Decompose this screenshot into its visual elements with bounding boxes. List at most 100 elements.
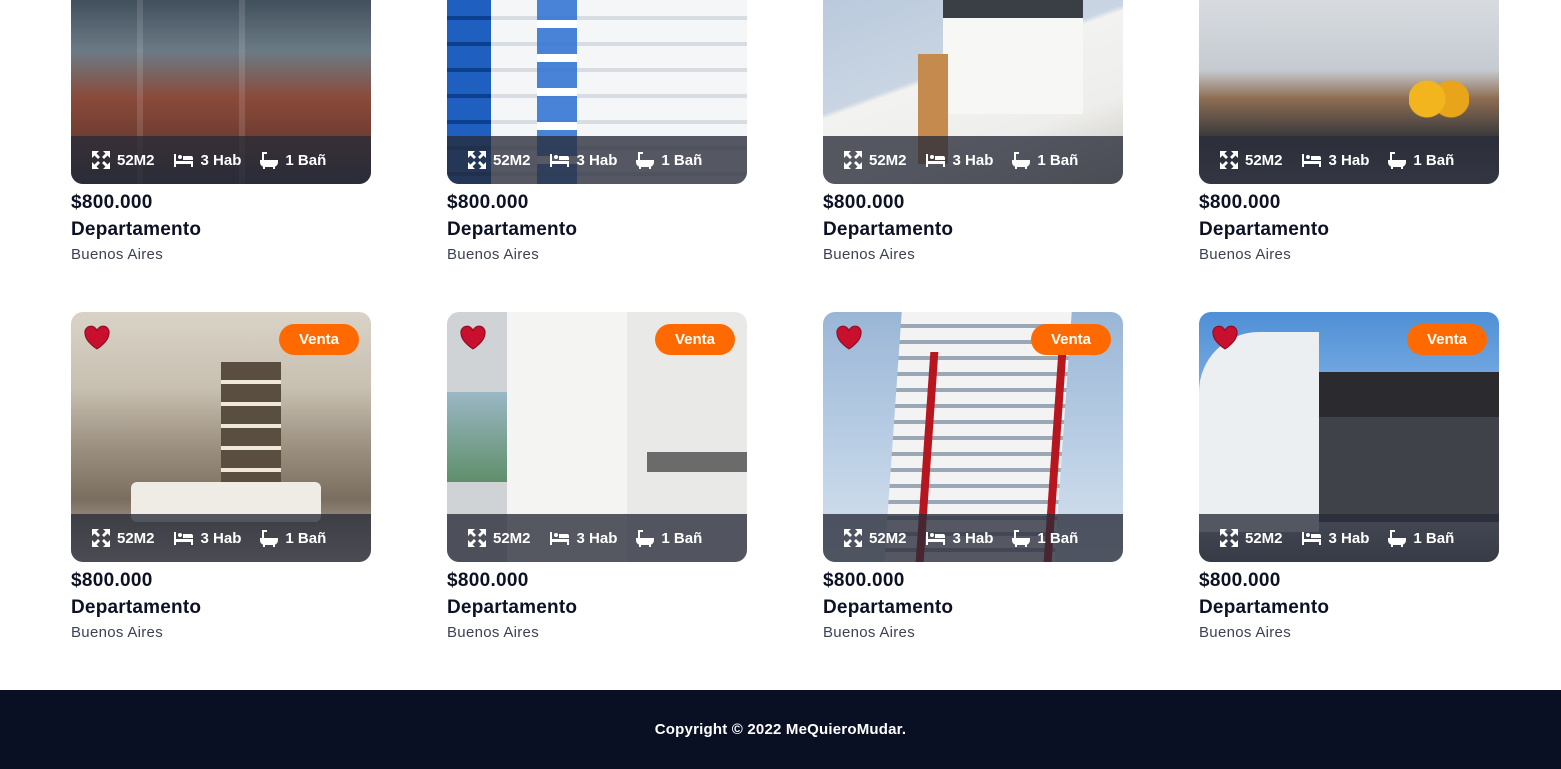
property-location: Buenos Aires — [447, 624, 539, 641]
favorite-button[interactable] — [835, 324, 863, 352]
rooms-stat: 3 Hab — [173, 529, 242, 547]
baths-value: 1 Bañ — [661, 151, 703, 169]
rooms-stat: 3 Hab — [549, 530, 617, 547]
area-stat: 52M2 — [91, 528, 155, 548]
baths-stat: 1 Bañ — [259, 528, 326, 548]
rooms-value: 3 Hab — [200, 529, 242, 547]
bathtub-icon — [260, 530, 279, 547]
property-card[interactable]: Venta 52M2 3 Hab 1 Bañ $800.000 Departam… — [823, 312, 1123, 644]
property-card[interactable]: Venta 52M2 3 Hab 1 Bañ $800.000 Departam… — [71, 312, 371, 644]
property-location: Buenos Aires — [823, 246, 915, 263]
bed-icon — [549, 532, 569, 545]
property-location: Buenos Aires — [71, 624, 163, 641]
baths-value: 1 Bañ — [1037, 151, 1079, 169]
baths-value: 1 Bañ — [1413, 529, 1455, 547]
property-photo[interactable]: Venta 52M2 3 Hab 1 Bañ — [71, 312, 371, 562]
property-location: Buenos Aires — [1199, 246, 1291, 263]
copyright-text: Copyright © 2022 MeQuieroMudar. — [654, 721, 907, 738]
property-type[interactable]: Departamento — [71, 594, 371, 622]
property-type[interactable]: Departamento — [447, 216, 747, 244]
expand-arrows-icon — [92, 529, 110, 547]
bed-icon — [925, 154, 945, 167]
rooms-value: 3 Hab — [952, 529, 994, 547]
property-type[interactable]: Departamento — [823, 216, 1123, 244]
property-location: Buenos Aires — [823, 624, 915, 641]
property-photo[interactable]: Venta 52M2 3 Hab 1 Bañ — [1199, 312, 1499, 562]
property-type[interactable]: Departamento — [71, 216, 371, 244]
property-stats-bar: 52M2 3 Hab 1 Bañ — [71, 514, 371, 562]
rooms-value: 3 Hab — [1328, 529, 1370, 547]
property-type[interactable]: Departamento — [823, 594, 1123, 622]
bathtub-icon — [636, 530, 655, 547]
property-price: $800.000 — [823, 192, 905, 213]
favorite-button[interactable] — [1211, 324, 1239, 352]
property-stats-bar: 52M2 3 Hab 1 Bañ — [71, 136, 371, 184]
property-stats-bar: 52M2 3 Hab 1 Bañ — [1199, 514, 1499, 562]
baths-stat: 1 Bañ — [1011, 528, 1078, 548]
rooms-value: 3 Hab — [576, 151, 618, 169]
property-stats-bar: 52M2 3 Hab 1 Bañ — [823, 514, 1123, 562]
expand-arrows-icon — [1220, 151, 1238, 169]
area-value: 52M2 — [493, 151, 531, 169]
bed-icon — [173, 532, 193, 545]
heart-icon — [460, 325, 486, 350]
heart-icon — [836, 325, 862, 350]
property-photo[interactable]: Venta 52M2 3 Hab 1 Bañ — [823, 312, 1123, 562]
rooms-stat: 3 Hab — [1301, 529, 1370, 547]
property-price: $800.000 — [447, 570, 529, 591]
favorite-button[interactable] — [459, 324, 487, 352]
area-value: 52M2 — [1245, 151, 1283, 169]
rooms-value: 3 Hab — [200, 151, 242, 169]
property-price: $800.000 — [447, 192, 529, 213]
bathtub-icon — [1012, 530, 1031, 547]
property-price: $800.000 — [1199, 570, 1281, 591]
baths-stat: 1 Bañ — [1011, 150, 1078, 170]
area-stat: 52M2 — [843, 150, 907, 170]
sale-badge: Venta — [1406, 324, 1487, 355]
property-photo[interactable]: 52M2 3 Hab 1 Bañ — [71, 0, 371, 184]
bathtub-icon — [1388, 152, 1407, 169]
property-photo[interactable]: 52M2 3 Hab 1 Bañ — [823, 0, 1123, 184]
baths-value: 1 Bañ — [661, 529, 703, 547]
property-type[interactable]: Departamento — [1199, 216, 1499, 244]
property-photo[interactable]: 52M2 3 Hab 1 Bañ — [447, 0, 747, 184]
property-photo[interactable]: Venta 52M2 3 Hab 1 Bañ — [447, 312, 747, 562]
sale-badge: Venta — [654, 324, 735, 355]
property-stats-bar: 52M2 3 Hab 1 Bañ — [1199, 136, 1499, 184]
property-type[interactable]: Departamento — [447, 594, 747, 622]
property-price: $800.000 — [71, 570, 153, 591]
area-value: 52M2 — [869, 529, 907, 547]
baths-value: 1 Bañ — [1037, 529, 1079, 547]
bed-icon — [173, 154, 193, 167]
expand-arrows-icon — [468, 529, 486, 547]
rooms-stat: 3 Hab — [173, 151, 242, 169]
area-value: 52M2 — [117, 529, 155, 547]
property-card[interactable]: 52M2 3 Hab 1 Bañ $800.000 Departamento B… — [1199, 0, 1499, 266]
property-price: $800.000 — [71, 192, 153, 213]
rooms-stat: 3 Hab — [1301, 152, 1369, 169]
sale-badge: Venta — [1030, 324, 1111, 355]
property-card[interactable]: 52M2 3 Hab 1 Bañ $800.000 Departamento B… — [71, 0, 371, 266]
expand-arrows-icon — [92, 151, 110, 169]
area-stat: 52M2 — [1219, 150, 1283, 170]
area-stat: 52M2 — [1219, 528, 1283, 548]
property-card[interactable]: 52M2 3 Hab 1 Bañ $800.000 Departamento B… — [447, 0, 747, 266]
property-stats-bar: 52M2 3 Hab 1 Bañ — [447, 514, 747, 562]
property-location: Buenos Aires — [1199, 624, 1291, 641]
site-footer: Copyright © 2022 MeQuieroMudar. — [0, 690, 1561, 769]
expand-arrows-icon — [844, 151, 862, 169]
property-photo[interactable]: 52M2 3 Hab 1 Bañ — [1199, 0, 1499, 184]
property-card[interactable]: 52M2 3 Hab 1 Bañ $800.000 Departamento B… — [823, 0, 1123, 266]
property-card[interactable]: Venta 52M2 3 Hab 1 Bañ $800.000 Departam… — [447, 312, 747, 644]
property-location: Buenos Aires — [71, 246, 163, 263]
baths-stat: 1 Bañ — [635, 528, 702, 548]
bathtub-icon — [1388, 530, 1407, 547]
favorite-button[interactable] — [83, 324, 111, 352]
property-card[interactable]: Venta 52M2 3 Hab 1 Bañ $800.000 Departam… — [1199, 312, 1499, 644]
expand-arrows-icon — [468, 151, 486, 169]
bed-icon — [925, 532, 945, 545]
heart-icon — [1212, 325, 1238, 350]
baths-value: 1 Bañ — [285, 151, 327, 169]
area-value: 52M2 — [1245, 529, 1283, 547]
property-type[interactable]: Departamento — [1199, 594, 1499, 622]
